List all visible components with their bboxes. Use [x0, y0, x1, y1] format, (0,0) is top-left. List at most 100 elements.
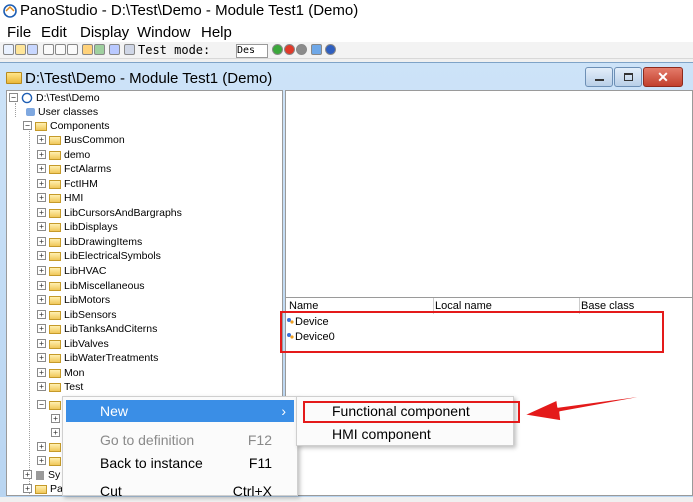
- folder-icon: [49, 296, 61, 306]
- menu-item-shortcut: F11: [248, 455, 272, 471]
- save-icon[interactable]: [27, 44, 38, 55]
- tree-node-label: LibTanksAndCiterns: [64, 323, 158, 336]
- paste-icon[interactable]: [67, 44, 78, 55]
- annotation-arrow-icon: [523, 391, 671, 422]
- build-icon[interactable]: [82, 44, 93, 55]
- tree-node-label: Components: [50, 120, 110, 132]
- annotation-box-functional-component: [303, 401, 520, 423]
- tree-node-label: LibValves: [64, 337, 109, 350]
- minimize-button[interactable]: [585, 67, 613, 87]
- menu-window[interactable]: Window: [137, 24, 190, 41]
- copy-icon[interactable]: [55, 44, 66, 55]
- menu-file[interactable]: File: [7, 24, 31, 41]
- expand-icon[interactable]: +: [37, 164, 46, 174]
- tree-node-label: Mon: [64, 366, 85, 379]
- run-icon[interactable]: [272, 44, 283, 55]
- expand-icon[interactable]: +: [37, 338, 46, 348]
- expand-icon[interactable]: +: [37, 456, 46, 465]
- expand-icon[interactable]: +: [37, 265, 46, 275]
- test-mode-label: Test mode:: [138, 43, 211, 57]
- collapse-icon[interactable]: −: [9, 93, 18, 102]
- expand-icon[interactable]: +: [51, 428, 60, 437]
- menu-item-go-to-definition[interactable]: Go to definition F12: [66, 431, 294, 451]
- expand-icon[interactable]: +: [37, 193, 46, 203]
- maximize-button[interactable]: [614, 67, 642, 87]
- tree-node-label: LibMotors: [64, 294, 111, 307]
- tree-node-label: LibMiscellaneous: [64, 279, 145, 292]
- expand-icon[interactable]: +: [51, 414, 60, 423]
- stop-icon[interactable]: [284, 44, 295, 55]
- folder-icon: [49, 223, 61, 233]
- new-file-icon[interactable]: [3, 44, 14, 55]
- tree-node-label: LibDisplays: [64, 221, 118, 234]
- tree-node-label: Sy: [48, 469, 61, 481]
- collapse-icon[interactable]: −: [37, 400, 46, 409]
- folder-icon: [49, 165, 61, 175]
- tree-node-label: FctAlarms: [64, 163, 112, 176]
- expand-icon[interactable]: +: [37, 442, 46, 451]
- expand-icon[interactable]: +: [37, 309, 46, 319]
- close-button[interactable]: ✕: [643, 67, 683, 87]
- expand-icon[interactable]: +: [37, 178, 46, 188]
- expand-icon[interactable]: +: [23, 484, 32, 493]
- folder-icon: [49, 325, 61, 335]
- refresh-icon[interactable]: [311, 44, 322, 55]
- folder-icon: [6, 72, 22, 84]
- folder-icon: [49, 368, 61, 378]
- expand-icon[interactable]: +: [37, 295, 46, 305]
- tree-node-label: LibDrawingItems: [64, 235, 143, 248]
- test-mode-select[interactable]: Des: [236, 44, 268, 58]
- expand-icon[interactable]: +: [37, 367, 46, 377]
- expand-icon[interactable]: +: [37, 149, 46, 159]
- folder-icon: [49, 339, 61, 349]
- menu-item-new[interactable]: New ›: [66, 400, 294, 422]
- tree-node-label: FctIHM: [64, 177, 98, 190]
- folder-icon: [49, 383, 61, 393]
- system-icon: [36, 471, 44, 480]
- submenu-arrow-icon: ›: [281, 403, 286, 419]
- folder-icon: [49, 194, 61, 204]
- expand-icon[interactable]: +: [37, 280, 46, 290]
- expand-icon[interactable]: +: [37, 353, 46, 363]
- tree-node-label: HMI: [64, 192, 84, 205]
- folder-icon: [49, 401, 61, 410]
- folder-icon: [49, 457, 61, 466]
- compile-icon[interactable]: [94, 44, 105, 55]
- expand-icon[interactable]: +: [37, 236, 46, 246]
- menu-item-label: Cut: [100, 483, 122, 499]
- menu-item-shortcut: Ctrl+X: [232, 483, 272, 499]
- expand-icon[interactable]: +: [37, 251, 46, 261]
- menu-item-cut[interactable]: Cut Ctrl+X: [66, 482, 294, 502]
- tree-node-label: D:\Test\Demo: [36, 92, 100, 104]
- menu-item-shortcut: F12: [247, 432, 272, 448]
- expand-icon[interactable]: +: [23, 470, 32, 479]
- menu-item-label: New: [100, 403, 129, 419]
- open-folder-icon[interactable]: [15, 44, 26, 55]
- menu-display[interactable]: Display: [80, 24, 129, 41]
- expand-icon[interactable]: +: [37, 135, 46, 144]
- menu-item-back-to-instance[interactable]: Back to instance F11: [66, 454, 294, 474]
- annotation-box-devices: [280, 311, 664, 353]
- tree-node-label: LibHVAC: [64, 264, 107, 277]
- tree-node-label: LibSensors: [64, 308, 117, 321]
- record-icon[interactable]: [296, 44, 307, 55]
- expand-icon[interactable]: +: [37, 324, 46, 334]
- folder-icon: [49, 179, 61, 189]
- collapse-icon[interactable]: −: [23, 121, 32, 130]
- tree-node-label: demo: [64, 148, 91, 161]
- help-icon[interactable]: [325, 44, 336, 55]
- grid-icon[interactable]: [109, 44, 120, 55]
- cut-icon[interactable]: [43, 44, 54, 55]
- user-classes-icon: [26, 108, 35, 116]
- panel-icon[interactable]: [124, 44, 135, 55]
- tree-connector: [15, 103, 16, 117]
- maximize-icon: [624, 73, 633, 81]
- menu-help[interactable]: Help: [201, 24, 232, 41]
- menu-item-hmi-component[interactable]: HMI component: [332, 425, 431, 443]
- folder-icon: [49, 208, 61, 218]
- menu-edit[interactable]: Edit: [41, 24, 67, 41]
- expand-icon[interactable]: +: [37, 207, 46, 217]
- expand-icon[interactable]: +: [37, 222, 46, 232]
- expand-icon[interactable]: +: [37, 382, 46, 392]
- folder-icon: [49, 354, 61, 364]
